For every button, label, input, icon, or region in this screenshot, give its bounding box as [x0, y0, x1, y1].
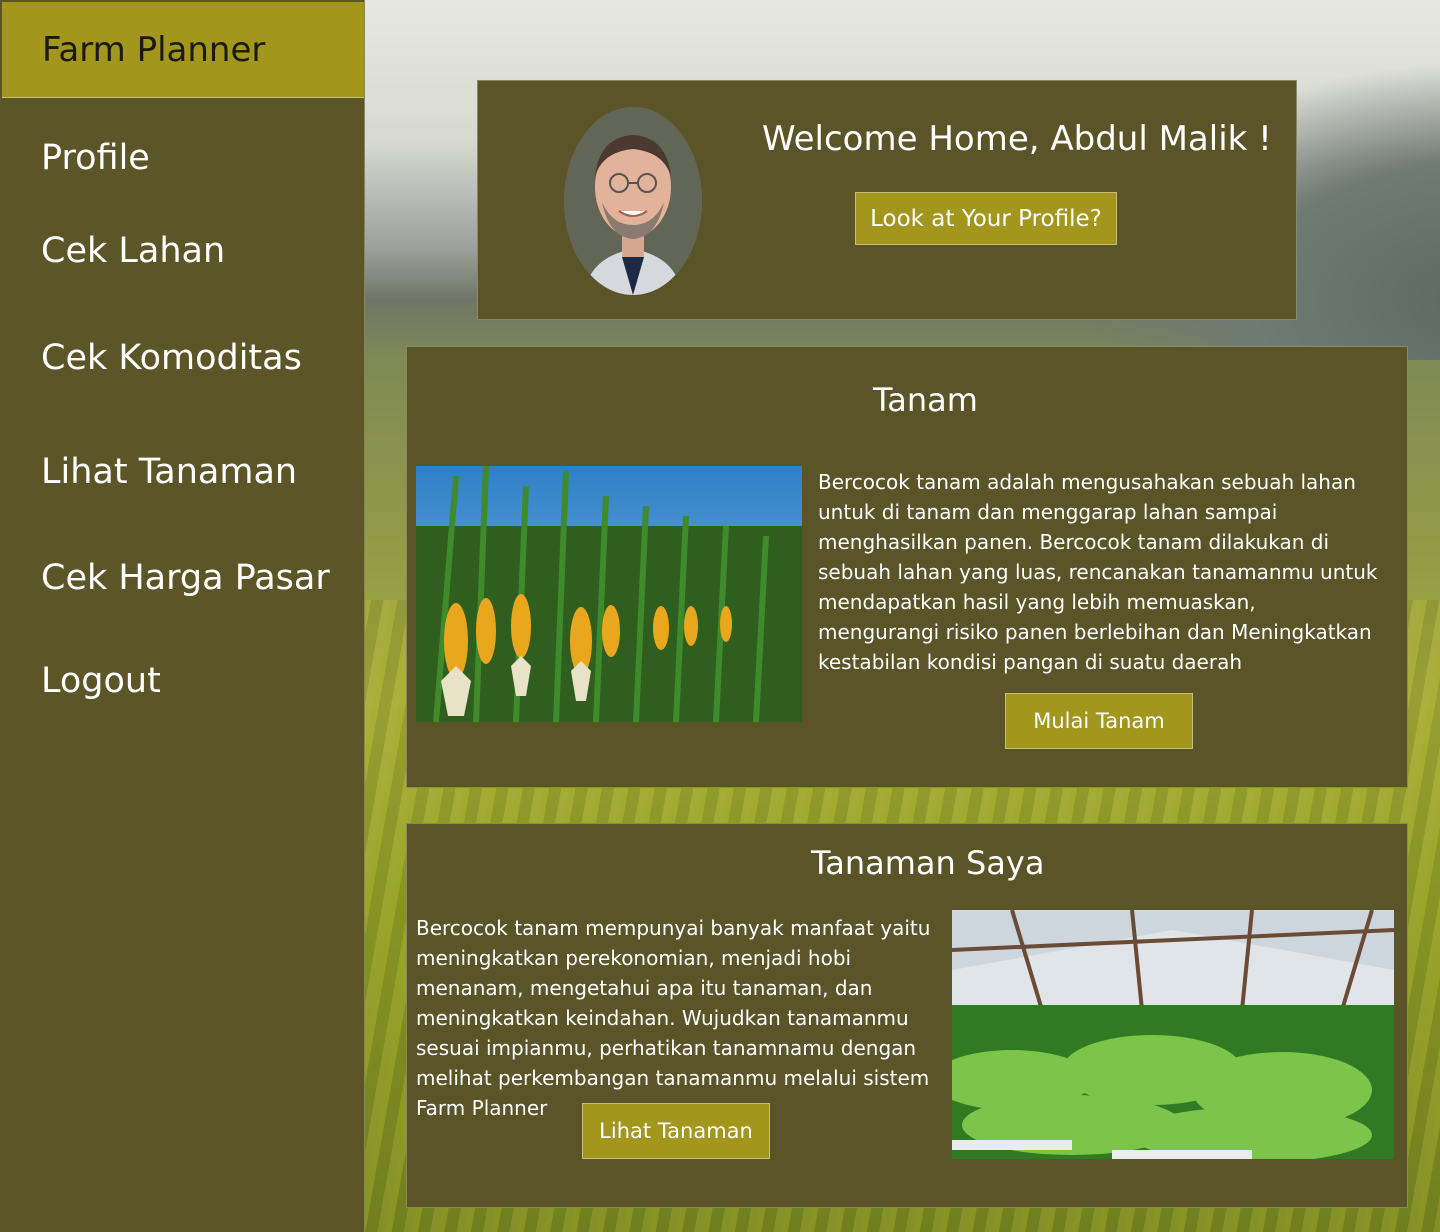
- nav-profile[interactable]: Profile: [41, 138, 150, 178]
- greenhouse-image: [952, 910, 1394, 1159]
- corn-field-image: [416, 466, 802, 722]
- tanaman-saya-title: Tanaman Saya: [811, 844, 1045, 882]
- tanam-description: Bercocok tanam adalah mengusahakan sebua…: [818, 470, 1378, 674]
- nav-cek-komoditas[interactable]: Cek Komoditas: [41, 338, 302, 378]
- brand-title: Farm Planner: [42, 29, 266, 70]
- tanam-title: Tanam: [873, 381, 978, 419]
- tanam-panel: Tanam Bercocok tanam adalah mengusahakan…: [406, 346, 1408, 788]
- brand-header[interactable]: Farm Planner: [2, 2, 364, 98]
- nav-logout[interactable]: Logout: [41, 661, 161, 701]
- avatar: [564, 107, 702, 295]
- tanaman-saya-description: Bercocok tanam mempunyai banyak manfaat …: [416, 916, 931, 1120]
- sidebar: Farm Planner Profile Cek Lahan Cek Komod…: [0, 0, 365, 1232]
- welcome-panel: Welcome Home, Abdul Malik ! Look at Your…: [477, 80, 1297, 320]
- lihat-tanaman-button[interactable]: Lihat Tanaman: [582, 1103, 770, 1159]
- tanaman-saya-panel: Tanaman Saya Bercocok tanam mempunyai ba…: [406, 823, 1408, 1208]
- profile-button[interactable]: Look at Your Profile?: [855, 192, 1117, 245]
- welcome-title: Welcome Home, Abdul Malik !: [762, 119, 1272, 159]
- mulai-tanam-button[interactable]: Mulai Tanam: [1005, 693, 1193, 749]
- nav-cek-harga-pasar[interactable]: Cek Harga Pasar: [41, 558, 330, 598]
- nav-cek-lahan[interactable]: Cek Lahan: [41, 231, 225, 271]
- nav-lihat-tanaman[interactable]: Lihat Tanaman: [41, 452, 297, 492]
